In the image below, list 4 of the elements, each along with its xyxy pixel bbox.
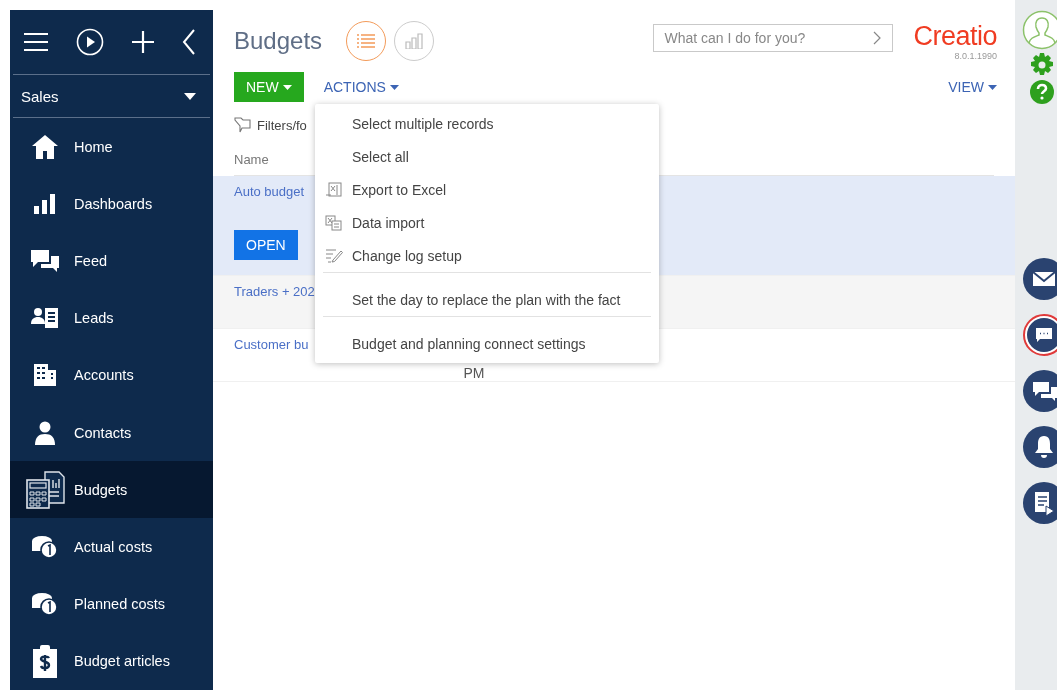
logo: Creatio: [913, 21, 997, 51]
version-label: 8.0.1.1990: [954, 51, 997, 61]
page-title: Budgets: [234, 27, 323, 55]
table-cell: PM: [463, 365, 485, 381]
